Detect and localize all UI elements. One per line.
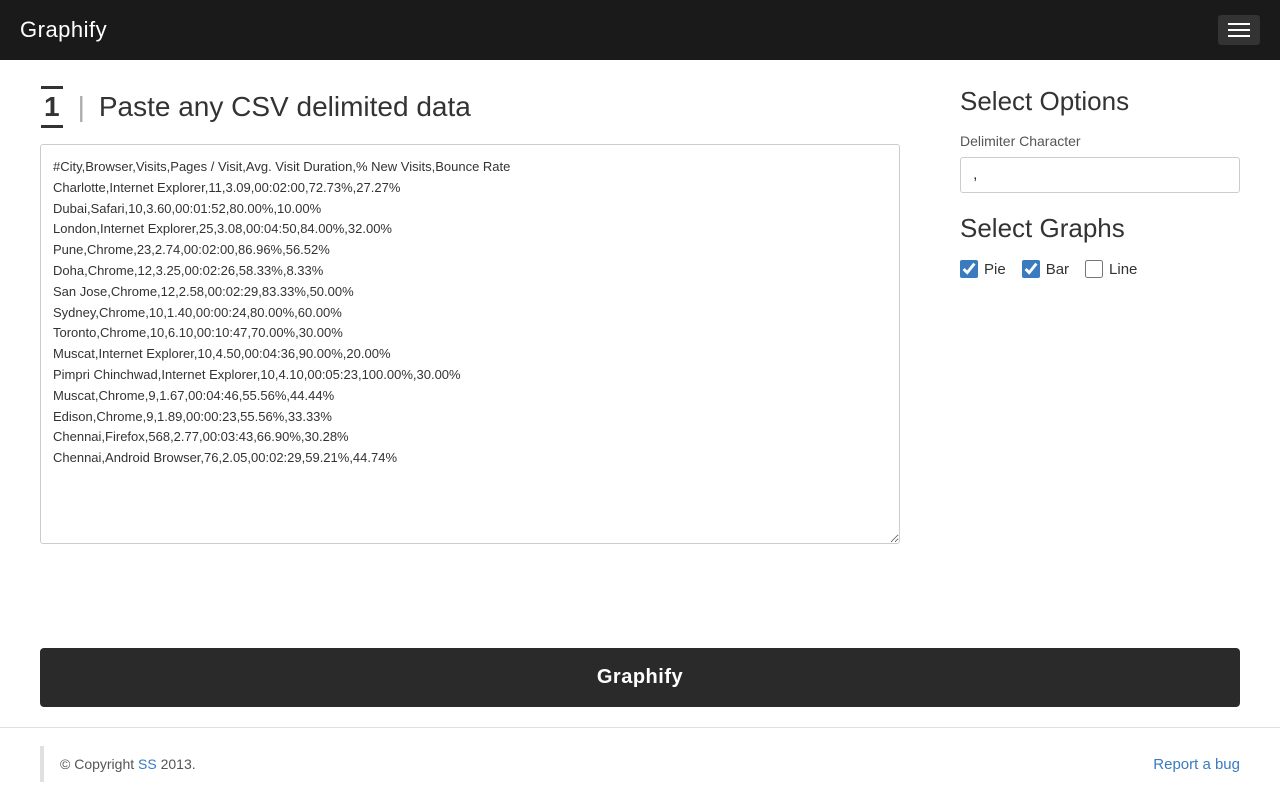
step-separator: |: [78, 91, 85, 123]
footer: © Copyright SS 2013. Report a bug: [0, 727, 1280, 800]
step-bar-bottom: [41, 125, 63, 128]
hamburger-line-3: [1228, 35, 1250, 37]
hamburger-line-2: [1228, 29, 1250, 31]
footer-left: © Copyright SS 2013.: [40, 746, 196, 782]
report-bug-link[interactable]: Report a bug: [1153, 756, 1240, 773]
year-text: 2013.: [157, 756, 196, 772]
delimiter-input[interactable]: [960, 157, 1240, 193]
page-wrapper: Graphify 1 | Paste any CSV delimited dat…: [0, 0, 1280, 800]
pie-option[interactable]: Pie: [960, 260, 1006, 278]
step-number-container: 1: [40, 86, 64, 128]
author-link[interactable]: SS: [138, 756, 157, 772]
pie-checkbox[interactable]: [960, 260, 978, 278]
line-label: Line: [1109, 261, 1137, 278]
copyright-text: © Copyright: [60, 756, 138, 772]
graphify-btn-container: Graphify: [40, 648, 1240, 707]
content-row: 1 | Paste any CSV delimited data Select …: [40, 86, 1240, 636]
pie-label: Pie: [984, 261, 1006, 278]
step-title: Paste any CSV delimited data: [99, 91, 471, 123]
step-number: 1: [40, 91, 64, 123]
footer-bar: [40, 746, 44, 782]
select-graphs-title: Select Graphs: [960, 213, 1240, 244]
graph-options: Pie Bar Line: [960, 260, 1240, 278]
line-option[interactable]: Line: [1085, 260, 1137, 278]
bar-checkbox[interactable]: [1022, 260, 1040, 278]
options-title: Select Options: [960, 86, 1240, 117]
app-logo: Graphify: [20, 17, 107, 43]
hamburger-line-1: [1228, 23, 1250, 25]
graphify-button[interactable]: Graphify: [40, 648, 1240, 707]
line-checkbox[interactable]: [1085, 260, 1103, 278]
menu-button[interactable]: [1218, 15, 1260, 45]
header: Graphify: [0, 0, 1280, 60]
right-section: Select Options Delimiter Character Selec…: [960, 86, 1240, 636]
csv-textarea[interactable]: [40, 144, 900, 544]
bar-label: Bar: [1046, 261, 1069, 278]
delimiter-label: Delimiter Character: [960, 133, 1240, 149]
footer-copyright: © Copyright SS 2013.: [60, 756, 196, 772]
bar-option[interactable]: Bar: [1022, 260, 1069, 278]
step-bar-top: [41, 86, 63, 89]
step-header: 1 | Paste any CSV delimited data: [40, 86, 900, 128]
left-section: 1 | Paste any CSV delimited data: [40, 86, 900, 636]
content-area: 1 | Paste any CSV delimited data Select …: [0, 60, 1280, 717]
